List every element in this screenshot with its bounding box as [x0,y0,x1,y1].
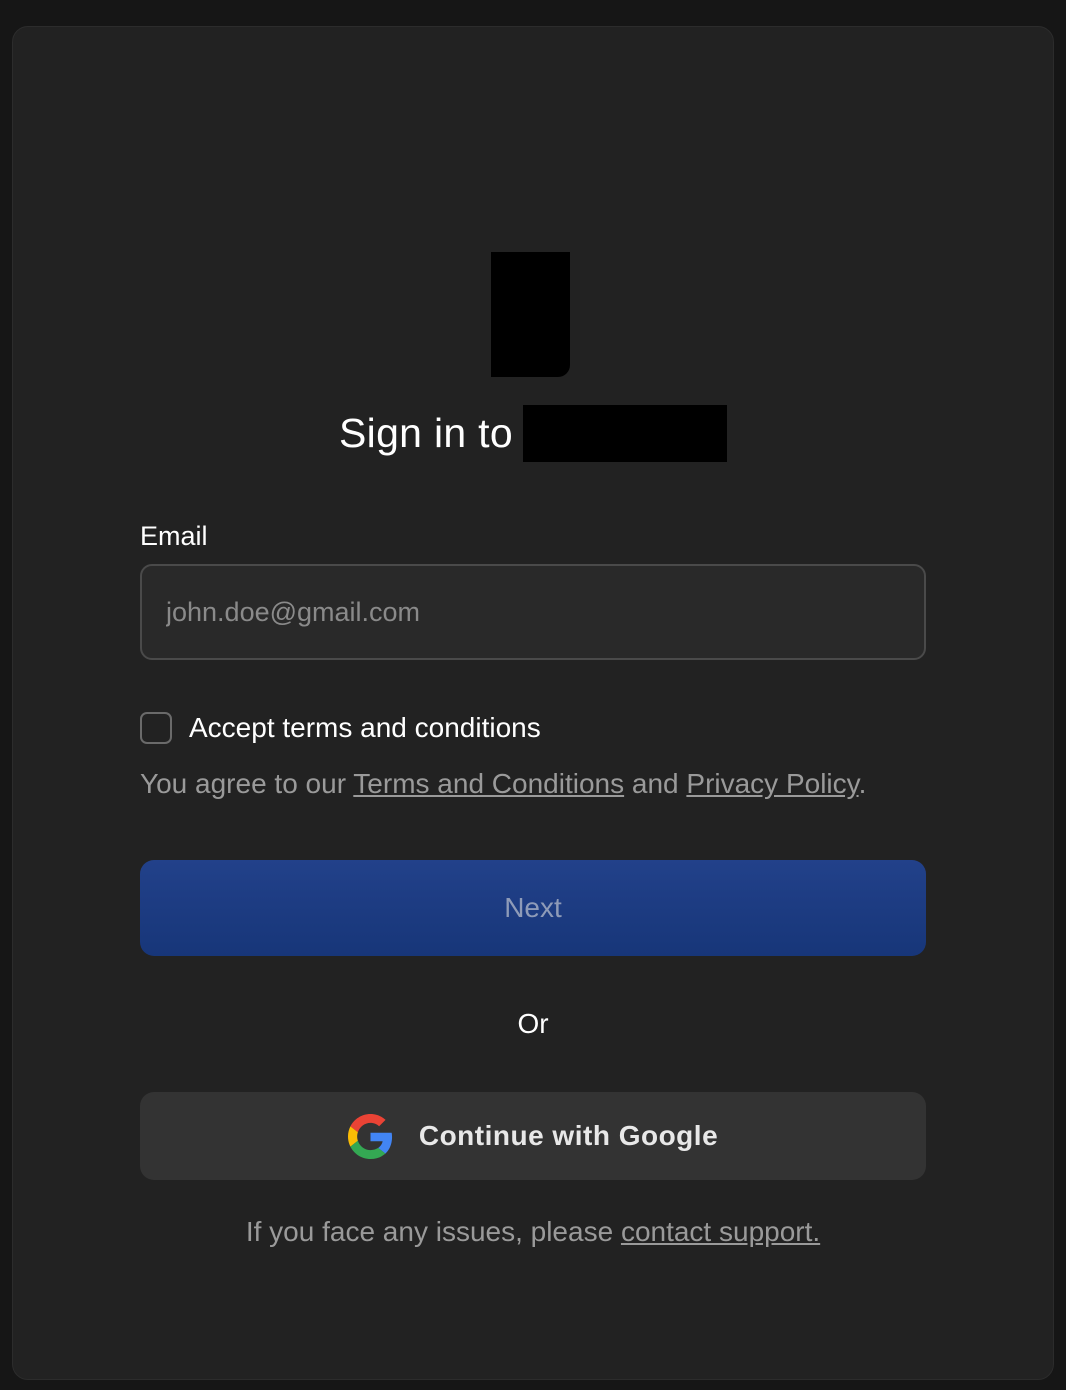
contact-support-link[interactable]: contact support. [621,1216,820,1247]
privacy-link[interactable]: Privacy Policy [686,768,858,799]
page-title: Sign in to [339,410,513,456]
google-button-label: Continue with Google [418,1120,719,1151]
google-g-icon [347,1113,392,1159]
agreement-and: and [624,768,687,799]
agreement-prefix: You agree to our [140,768,354,799]
continue-with-google-button[interactable]: Continue with Google [140,1092,926,1180]
email-label: Email [140,521,208,551]
app-logo-redacted [491,252,570,377]
next-button[interactable]: Next [140,860,926,956]
app-name-redacted [522,404,727,462]
agreement-text: You agree to our Terms and Conditions an… [140,767,866,801]
or-divider: Or [517,1008,549,1039]
terms-link[interactable]: Terms and Conditions [353,768,624,799]
agreement-suffix: . [858,768,867,799]
terms-checkbox-label[interactable]: Accept terms and conditions [189,711,541,745]
support-prefix: If you face any issues, please [245,1216,621,1247]
email-input[interactable] [140,564,926,660]
terms-checkbox[interactable] [140,712,172,744]
title-row: Sign in to [0,404,1066,462]
support-text: If you face any issues, please contact s… [0,1215,1066,1249]
